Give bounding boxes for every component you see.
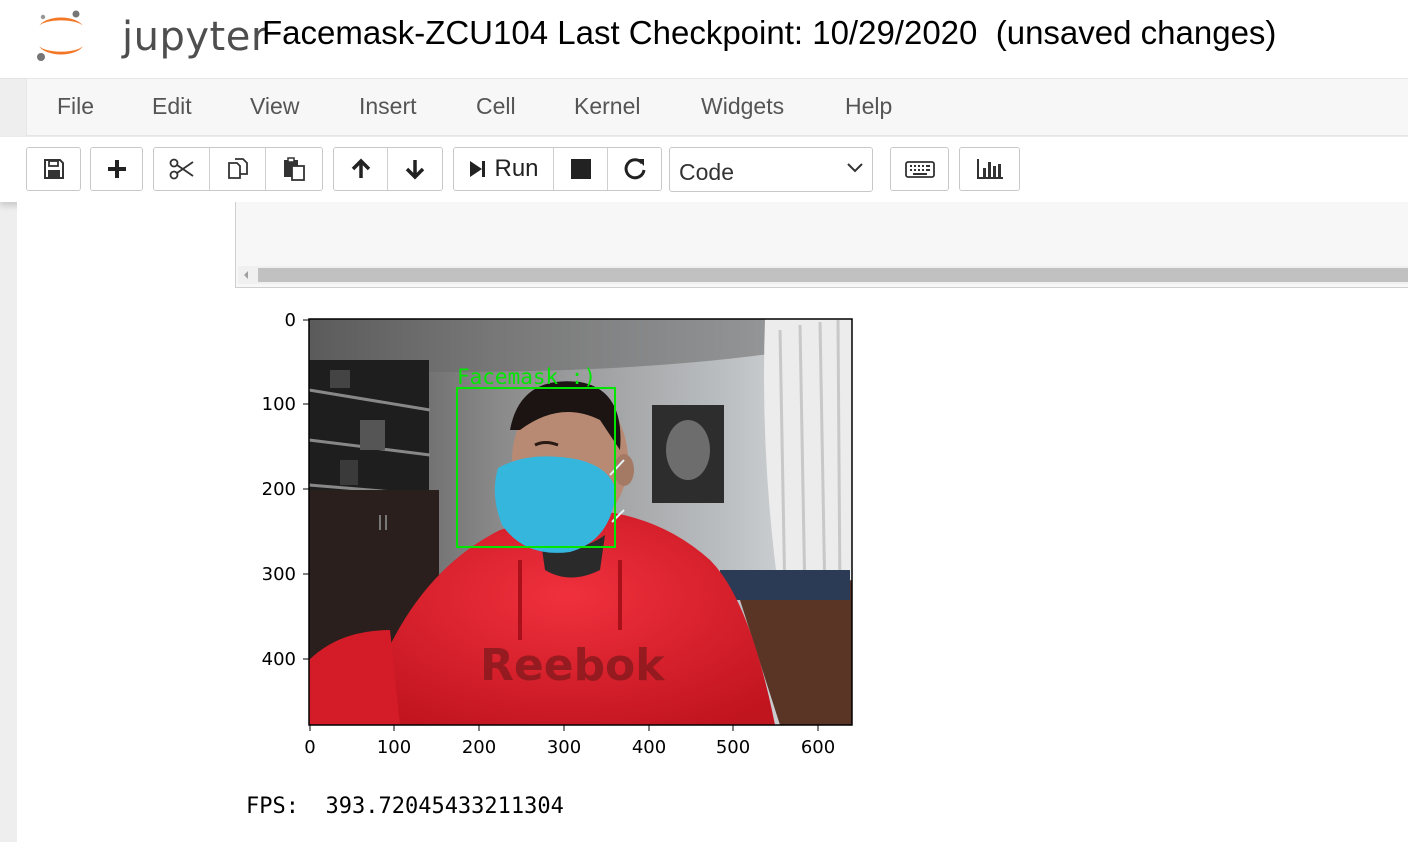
y-axis: 0 100 200 300 400 [262, 310, 309, 670]
notebook-header: jupyter Facemask-ZCU104 Last Checkpoint:… [0, 0, 1408, 79]
y-tick-label: 100 [262, 394, 296, 415]
x-tick-label: 400 [632, 737, 666, 758]
edit-group [153, 147, 323, 191]
menu-file[interactable]: File [57, 93, 94, 120]
move-group [333, 147, 443, 191]
arrow-up-icon [351, 158, 370, 178]
fps-output: FPS: 393.72045433211304 [246, 794, 564, 819]
copy-button[interactable] [210, 148, 266, 190]
restart-button[interactable] [608, 148, 661, 190]
copy-icon [227, 158, 248, 179]
restart-icon [624, 158, 645, 180]
jupyter-logo-text: jupyter [122, 14, 268, 60]
menu-kernel[interactable]: Kernel [574, 93, 640, 120]
svg-text:Reebok: Reebok [480, 640, 666, 691]
insert-cell-button[interactable] [91, 148, 142, 190]
run-group: Run [453, 147, 662, 191]
x-tick-label: 600 [801, 737, 835, 758]
stop-icon [570, 159, 591, 179]
jupyter-logo[interactable]: jupyter [32, 8, 267, 64]
command-palette-group [890, 147, 949, 191]
keyboard-icon [904, 161, 935, 178]
paste-icon [284, 157, 305, 181]
arrow-down-icon [405, 160, 425, 180]
cell-type-value: Code [679, 159, 734, 185]
bar-chart-icon [976, 159, 1003, 179]
save-icon [43, 159, 64, 179]
save-group [26, 147, 81, 191]
x-tick-label: 100 [377, 737, 411, 758]
y-tick-label: 200 [262, 479, 296, 500]
jupyter-logo-icon [37, 10, 83, 61]
cut-button[interactable] [154, 148, 210, 190]
chart-group [959, 147, 1020, 191]
autosave-status: (unsaved changes) [995, 14, 1277, 51]
menu-view[interactable]: View [250, 93, 299, 120]
save-button[interactable] [27, 148, 80, 190]
notebook-name[interactable]: Facemask-ZCU104 [262, 14, 548, 51]
menu-insert[interactable]: Insert [359, 93, 417, 120]
command-palette-button[interactable] [891, 148, 948, 190]
menu-help[interactable]: Help [845, 93, 892, 120]
cell-type-select[interactable]: Code [669, 147, 873, 192]
move-up-button[interactable] [334, 148, 388, 190]
y-tick-label: 300 [262, 564, 296, 585]
move-down-button[interactable] [388, 148, 442, 190]
y-tick-label: 400 [262, 649, 296, 670]
chevron-down-icon [847, 163, 863, 173]
horizontal-scrollbar-thumb[interactable] [258, 268, 1408, 282]
plus-icon [107, 160, 126, 178]
y-tick-label: 0 [285, 310, 296, 331]
scroll-left-icon[interactable] [242, 270, 250, 280]
run-button[interactable]: Run [454, 148, 554, 190]
notebook-title-bar: Facemask-ZCU104 Last Checkpoint: 10/29/2… [262, 14, 1276, 52]
checkpoint-status: Last Checkpoint: 10/29/2020 [557, 14, 978, 51]
x-tick-label: 200 [462, 737, 496, 758]
x-tick-label: 0 [304, 737, 315, 758]
insert-group [90, 147, 143, 191]
fps-value: 393.72045433211304 [325, 794, 564, 819]
fps-label: FPS: [246, 794, 299, 819]
menubar: File Edit View Insert Cell Kernel Widget… [26, 78, 1408, 136]
paste-button[interactable] [266, 148, 322, 190]
chart-button[interactable] [960, 148, 1019, 190]
output-plot: Reebok Facemask :) 0 100 200 300 400 0 1… [262, 310, 853, 758]
menu-cell[interactable]: Cell [476, 93, 516, 120]
x-tick-label: 300 [547, 737, 581, 758]
run-icon [470, 161, 486, 177]
x-axis: 0 100 200 300 400 500 600 [304, 725, 835, 758]
scissors-icon [169, 158, 194, 180]
menu-widgets[interactable]: Widgets [701, 93, 784, 120]
detection-label: Facemask :) [457, 365, 596, 389]
run-label: Run [494, 155, 539, 182]
x-tick-label: 500 [716, 737, 750, 758]
interrupt-button[interactable] [554, 148, 608, 190]
menu-edit[interactable]: Edit [152, 93, 192, 120]
